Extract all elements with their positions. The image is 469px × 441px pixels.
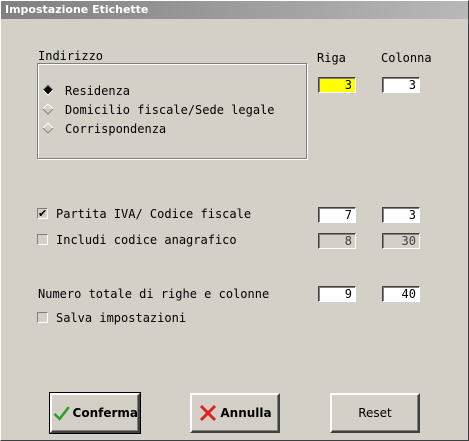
codice-anagrafico-label[interactable]: Includi codice anagrafico	[56, 233, 237, 247]
annulla-button[interactable]: Annulla	[190, 393, 280, 433]
colonna-header: Colonna	[381, 51, 432, 65]
codice-anagrafico-colonna-field: 30	[382, 233, 420, 249]
reset-button[interactable]: Reset	[330, 393, 420, 433]
annulla-label: Annulla	[220, 406, 272, 420]
checkmark-icon	[53, 406, 70, 421]
radio-corrispondenza[interactable]	[42, 122, 54, 134]
radio-residenza[interactable]	[42, 84, 54, 96]
title-bar[interactable]: Impostazione Etichette	[1, 1, 468, 19]
codice-anagrafico-riga-field: 8	[318, 233, 356, 249]
radio-residenza-label[interactable]: Residenza	[65, 84, 130, 98]
partita-iva-checkbox[interactable]: ✔	[37, 208, 48, 219]
totale-label: Numero totale di righe e colonne	[38, 287, 270, 301]
riga-header: Riga	[317, 51, 346, 65]
radio-domicilio-label[interactable]: Domicilio fiscale/Sede legale	[65, 103, 275, 117]
totale-colonne-field[interactable]: 40	[382, 286, 420, 302]
radio-domicilio[interactable]	[42, 103, 54, 115]
conferma-button[interactable]: Conferma	[49, 392, 141, 434]
dialog-window: Impostazione Etichette Indirizzo Residen…	[0, 0, 469, 441]
x-icon	[200, 404, 217, 422]
reset-label: Reset	[358, 406, 392, 420]
codice-anagrafico-checkbox[interactable]	[37, 234, 48, 245]
window-title: Impostazione Etichette	[5, 3, 149, 16]
salva-label[interactable]: Salva impostazioni	[56, 311, 186, 325]
radio-corrispondenza-label[interactable]: Corrispondenza	[65, 122, 166, 136]
address-riga-field[interactable]: 3	[318, 77, 356, 93]
indirizzo-label: Indirizzo	[38, 49, 104, 63]
address-colonna-field[interactable]: 3	[382, 77, 420, 93]
partita-iva-colonna-field[interactable]: 3	[382, 207, 420, 223]
totale-righe-field[interactable]: 9	[318, 286, 356, 302]
conferma-label: Conferma	[72, 406, 138, 420]
salva-checkbox[interactable]	[37, 312, 48, 323]
partita-iva-riga-field[interactable]: 7	[318, 207, 356, 223]
partita-iva-label[interactable]: Partita IVA/ Codice fiscale	[56, 207, 251, 221]
